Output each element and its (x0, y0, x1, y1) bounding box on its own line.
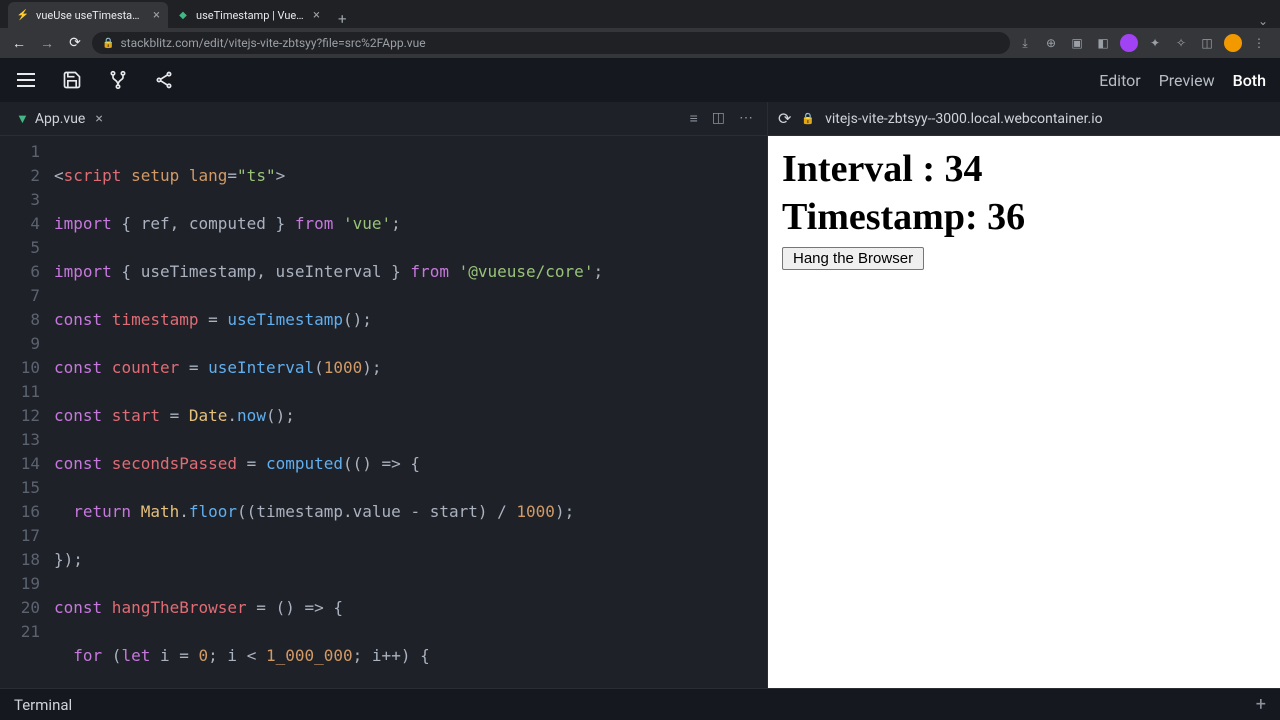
view-tab-preview[interactable]: Preview (1159, 71, 1215, 90)
browser-tab[interactable]: ◆ useTimestamp | VueUse × (168, 2, 328, 28)
url-input[interactable]: 🔒 stackblitz.com/edit/vitejs-vite-zbtsyy… (92, 32, 1010, 54)
terminal-label: Terminal (14, 696, 72, 714)
preview-url-bar: ⟳ 🔒 vitejs-vite-zbtsyy--3000.local.webco… (768, 102, 1280, 136)
lock-icon: 🔒 (102, 38, 114, 49)
vueuse-favicon: ◆ (176, 8, 190, 22)
interval-value: 34 (945, 148, 983, 190)
view-mode-tabs: Editor Preview Both (1099, 71, 1266, 90)
extension-icon[interactable] (1120, 34, 1138, 52)
preview-url[interactable]: vitejs-vite-zbtsyy--3000.local.webcontai… (825, 111, 1270, 127)
browser-tab-active[interactable]: ⚡ vueUse useTimestamp (end sc × (8, 2, 168, 28)
editor-pane: ▼ App.vue × ≡ ◫ ⋯ 1234567891011121314151… (0, 102, 768, 688)
code-editor[interactable]: 123456789101112131415161718192021 <scrip… (0, 136, 767, 688)
format-icon[interactable]: ≡ (690, 110, 698, 127)
new-tab-button[interactable]: + (328, 10, 357, 28)
editor-file-name: App.vue (35, 111, 85, 127)
stackblitz-favicon: ⚡ (16, 8, 30, 22)
terminal-add-icon[interactable]: + (1256, 694, 1266, 715)
close-icon[interactable]: × (153, 8, 160, 23)
extension-icon[interactable]: ▣ (1068, 34, 1086, 52)
zoom-icon[interactable]: ⊕ (1042, 34, 1060, 52)
view-tab-both[interactable]: Both (1233, 71, 1266, 90)
vue-file-icon: ▼ (16, 111, 29, 127)
close-icon[interactable]: × (91, 111, 102, 127)
browser-right-icons: ⤓ ⊕ ▣ ◧ ✦ ✧ ◫ ⋮ (1016, 34, 1272, 52)
app-toolbar: Editor Preview Both (0, 58, 1280, 102)
browser-tab-strip: ⚡ vueUse useTimestamp (end sc × ◆ useTim… (0, 0, 1280, 28)
back-button[interactable]: ← (8, 32, 30, 54)
preview-reload-icon[interactable]: ⟳ (778, 109, 791, 128)
fork-icon[interactable] (106, 68, 130, 92)
sidepanel-icon[interactable]: ◫ (1198, 34, 1216, 52)
preview-content: Interval : 34 Timestamp: 36 Hang the Bro… (768, 136, 1280, 688)
preview-pane: ⟳ 🔒 vitejs-vite-zbtsyy--3000.local.webco… (768, 102, 1280, 688)
timestamp-label: Timestamp: (782, 196, 987, 238)
close-icon[interactable]: × (313, 8, 320, 23)
main-split: ▼ App.vue × ≡ ◫ ⋯ 1234567891011121314151… (0, 102, 1280, 688)
save-icon[interactable] (60, 68, 84, 92)
browser-address-bar: ← → ⟳ 🔒 stackblitz.com/edit/vitejs-vite-… (0, 28, 1280, 58)
tab-overflow-icon[interactable]: ⌄ (1258, 14, 1280, 28)
extensions-menu-icon[interactable]: ✧ (1172, 34, 1190, 52)
preview-timestamp-line: Timestamp: 36 (782, 194, 1266, 242)
editor-tab-bar: ▼ App.vue × ≡ ◫ ⋯ (0, 102, 767, 136)
tab-title: useTimestamp | VueUse (196, 9, 307, 22)
split-editor-icon[interactable]: ◫ (712, 110, 725, 127)
timestamp-value: 36 (987, 196, 1025, 238)
hamburger-menu-icon[interactable] (14, 68, 38, 92)
extension-icon[interactable]: ◧ (1094, 34, 1112, 52)
terminal-bar[interactable]: Terminal + (0, 688, 1280, 720)
interval-label: Interval : (782, 148, 945, 190)
code-content[interactable]: <script setup lang="ts"> import { ref, c… (54, 136, 767, 688)
tab-title: vueUse useTimestamp (end sc (36, 9, 147, 22)
lock-icon: 🔒 (801, 112, 815, 125)
profile-avatar[interactable] (1224, 34, 1242, 52)
install-icon[interactable]: ⤓ (1016, 34, 1034, 52)
url-text: stackblitz.com/edit/vitejs-vite-zbtsyy?f… (120, 36, 1000, 50)
reload-button[interactable]: ⟳ (64, 32, 86, 54)
forward-button[interactable]: → (36, 32, 58, 54)
extension-icon[interactable]: ✦ (1146, 34, 1164, 52)
line-number-gutter: 123456789101112131415161718192021 (0, 136, 54, 688)
view-tab-editor[interactable]: Editor (1099, 71, 1140, 90)
hang-browser-button[interactable]: Hang the Browser (782, 247, 924, 270)
menu-icon[interactable]: ⋮ (1250, 34, 1268, 52)
preview-interval-line: Interval : 34 (782, 146, 1266, 194)
editor-file-tab[interactable]: ▼ App.vue × (8, 107, 111, 131)
more-icon[interactable]: ⋯ (739, 110, 753, 127)
share-icon[interactable] (152, 68, 176, 92)
